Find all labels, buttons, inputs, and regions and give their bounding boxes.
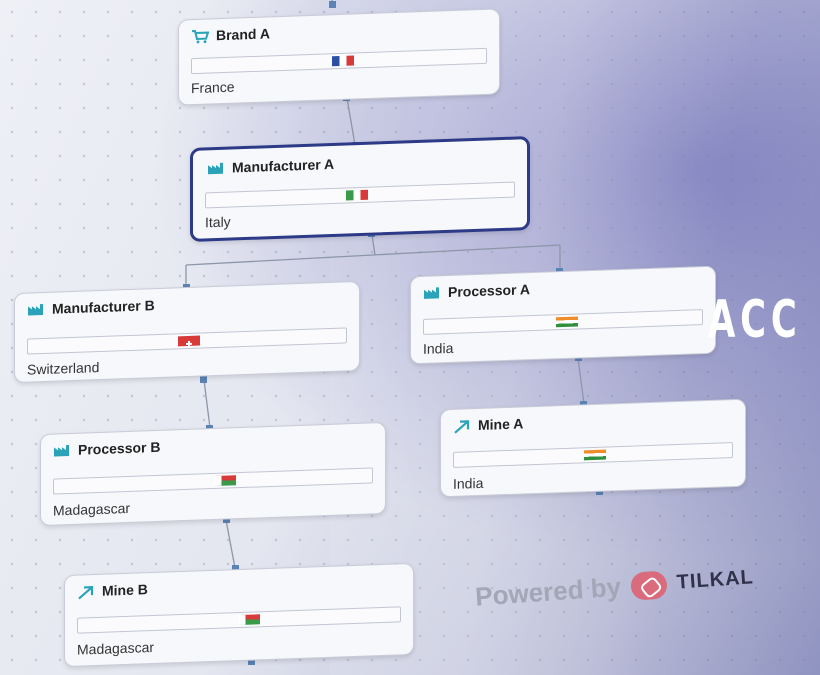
node-country: Madagascar [53,499,131,519]
tilkal-logo-icon [629,569,668,601]
node-country: Switzerland [27,359,100,378]
node-processor-b[interactable]: Processor B Madagascar [40,421,386,527]
france-flag [332,55,354,67]
node-processor-a[interactable]: Processor A India [410,265,716,365]
madagascar-flag [214,475,236,486]
banner-text: ACC [708,290,802,350]
node-manufacturer-a[interactable]: Manufacturer A Italy [190,136,530,242]
country-bar [77,606,401,634]
country-bar [191,47,487,75]
node-manufacturer-b[interactable]: Manufacturer B Switzerland [14,280,360,384]
country-bar [453,442,733,468]
node-country: Italy [205,213,231,231]
cart-icon [191,30,210,44]
factory-icon [423,286,439,299]
node-title: Brand A [216,25,270,44]
factory-icon [27,303,43,316]
node-country: Madagascar [77,638,155,658]
node-title: Manufacturer B [52,297,155,317]
mine-arrow-icon [77,585,94,600]
node-title: Manufacturer A [232,155,335,176]
factory-icon [53,444,69,457]
madagascar-flag [238,614,260,626]
node-mine-b[interactable]: Mine B Madagascar [64,562,414,668]
node-title: Processor A [448,281,530,301]
country-bar [423,309,703,335]
country-bar [205,181,515,209]
india-flag [584,449,606,461]
node-title: Mine B [102,581,148,599]
node-country: India [423,339,454,357]
node-title: Mine A [478,415,524,434]
node-brand-a[interactable]: Brand A France [178,8,500,106]
factory-icon [207,162,223,175]
switzerland-flag [178,335,200,347]
tilkal-brand-name: TILKAL [675,566,755,594]
country-bar [53,467,373,495]
node-title: Processor B [78,438,161,458]
edge-connector [200,376,207,383]
edge-connector [329,1,336,8]
mine-arrow-icon [453,419,470,434]
india-flag [556,316,578,328]
node-country: India [453,474,484,492]
italy-flag [346,189,368,201]
node-country: France [191,78,235,97]
country-bar [27,327,347,355]
node-mine-a[interactable]: Mine A India [440,398,746,498]
